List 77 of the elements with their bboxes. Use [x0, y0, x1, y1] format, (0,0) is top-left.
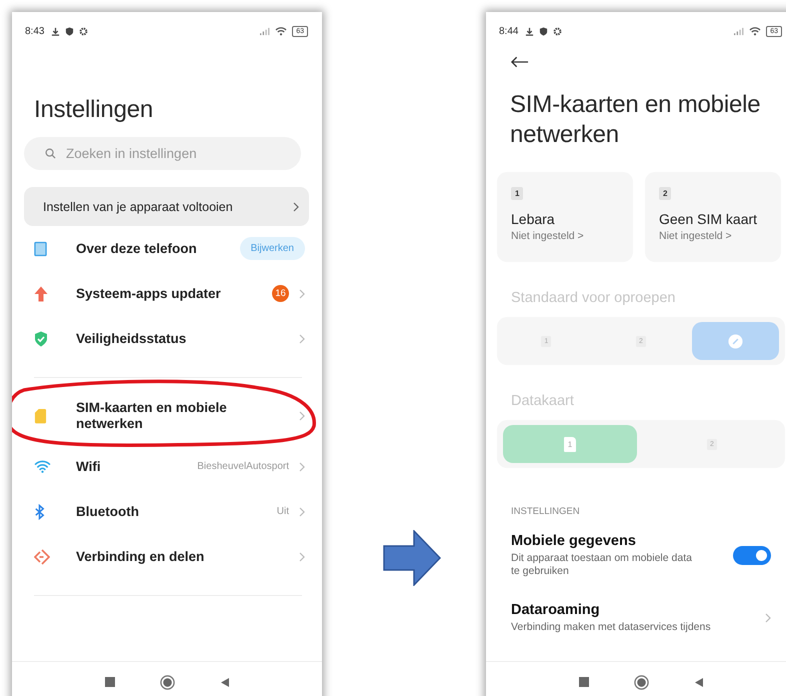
settings-label: Veiligheidsstatus	[76, 330, 188, 346]
search-field[interactable]: Zoeken in instellingen	[24, 137, 301, 170]
sim-card-icon	[34, 408, 47, 424]
chevron-icon	[293, 202, 299, 212]
settings-icon	[553, 26, 562, 36]
settings-icon	[79, 26, 88, 36]
up-arrow-icon	[34, 286, 48, 302]
search-icon	[45, 148, 56, 159]
status-time: 8:44	[499, 26, 518, 36]
page-title: SIM-kaarten en mobiele netwerken	[510, 90, 762, 150]
phone-icon	[34, 240, 47, 256]
shield-icon	[539, 26, 548, 36]
sim-slot-number: 2	[659, 187, 672, 200]
home-nav-icon[interactable]	[634, 674, 648, 690]
carrier-name: Lebara	[511, 211, 555, 227]
count-badge: 16	[272, 285, 289, 302]
settings-label: Verbinding en delen	[76, 548, 206, 564]
settings-row[interactable]: Verbinding en delen	[12, 534, 322, 579]
home-nav-icon[interactable]	[160, 674, 174, 690]
back-nav-icon[interactable]	[220, 676, 230, 688]
square-nav-icon[interactable]	[578, 677, 588, 687]
chevron-icon	[299, 552, 305, 562]
chevron-icon	[299, 334, 305, 344]
shield-check-icon	[34, 330, 48, 346]
wifi-icon	[749, 26, 762, 36]
setting-title: Dataroaming	[511, 602, 601, 618]
chevron-icon	[765, 613, 771, 623]
settings-row[interactable]: Mobiele gegevens Dit apparaat toestaan om mobiele data te gebruiken	[497, 533, 785, 578]
back-arrow-icon[interactable]	[510, 56, 529, 68]
sim-card[interactable]: 1 Lebara Niet ingesteld >	[497, 172, 633, 262]
signal-icon	[733, 26, 744, 36]
download-icon	[51, 26, 60, 36]
settings-value: Uit	[276, 506, 289, 517]
setting-title: Mobiele gegevens	[511, 533, 637, 549]
wifi-icon	[275, 26, 288, 36]
section-header: INSTELLINGEN	[511, 506, 581, 517]
selector-label: Datakaart	[511, 393, 575, 409]
settings-row[interactable]: Dataroaming Verbinding maken met dataservices tijdens	[497, 602, 785, 634]
right-arrow-icon	[383, 530, 441, 586]
download-icon	[525, 26, 534, 36]
settings-row[interactable]: Wifi BiesheuvelAutosport	[12, 444, 322, 489]
status-time: 8:43	[25, 26, 44, 36]
sim-status-link[interactable]: Niet ingesteld >	[659, 230, 732, 242]
sim-status-link[interactable]: Niet ingesteld >	[511, 230, 584, 242]
chevron-icon	[299, 411, 305, 421]
back-nav-icon[interactable]	[694, 676, 704, 688]
settings-label: Bluetooth	[76, 504, 140, 520]
selector-label: Standaard voor oproepen	[511, 290, 676, 306]
chevron-icon	[299, 288, 305, 298]
chevron-icon	[299, 462, 305, 472]
wifi-icon	[34, 460, 51, 473]
page-title: Instellingen	[34, 96, 154, 124]
settings-label: Wifi	[76, 458, 102, 474]
setup-card[interactable]: Instellen van je apparaat voltooien	[24, 187, 309, 226]
sim-card[interactable]: 2 Geen SIM kaart Niet ingesteld >	[645, 172, 781, 262]
settings-label: Over deze telefoon	[76, 240, 198, 256]
settings-row[interactable]: Over deze telefoon Bijwerken	[12, 226, 322, 271]
toggle-switch[interactable]	[733, 546, 771, 565]
chevron-icon	[299, 506, 305, 516]
settings-value: BiesheuvelAutosport	[197, 461, 289, 472]
carrier-name: Geen SIM kaart	[659, 211, 758, 227]
bluetooth-icon	[34, 504, 45, 520]
square-nav-icon[interactable]	[104, 677, 114, 687]
settings-row[interactable]: Systeem-apps updater 16	[12, 271, 322, 316]
shield-icon	[65, 26, 74, 36]
settings-label: SIM-kaarten en mobiele netwerken	[76, 400, 228, 432]
settings-row[interactable]: Veiligheidsstatus	[12, 316, 322, 361]
edit-icon	[728, 334, 744, 348]
signal-icon	[259, 26, 270, 36]
settings-row[interactable]: SIM-kaarten en mobiele netwerken	[12, 388, 322, 444]
setup-label: Instellen van je apparaat voltooien	[43, 200, 233, 214]
sim-slot-number: 1	[511, 187, 524, 200]
connection-icon	[34, 548, 50, 564]
setting-description: Verbinding maken met dataservices tijdens	[511, 621, 712, 634]
settings-row[interactable]: Bluetooth Uit	[12, 489, 322, 534]
settings-label: Systeem-apps updater	[76, 286, 222, 302]
setting-description: Dit apparaat toestaan om mobiele data te gebruiken	[511, 552, 693, 578]
